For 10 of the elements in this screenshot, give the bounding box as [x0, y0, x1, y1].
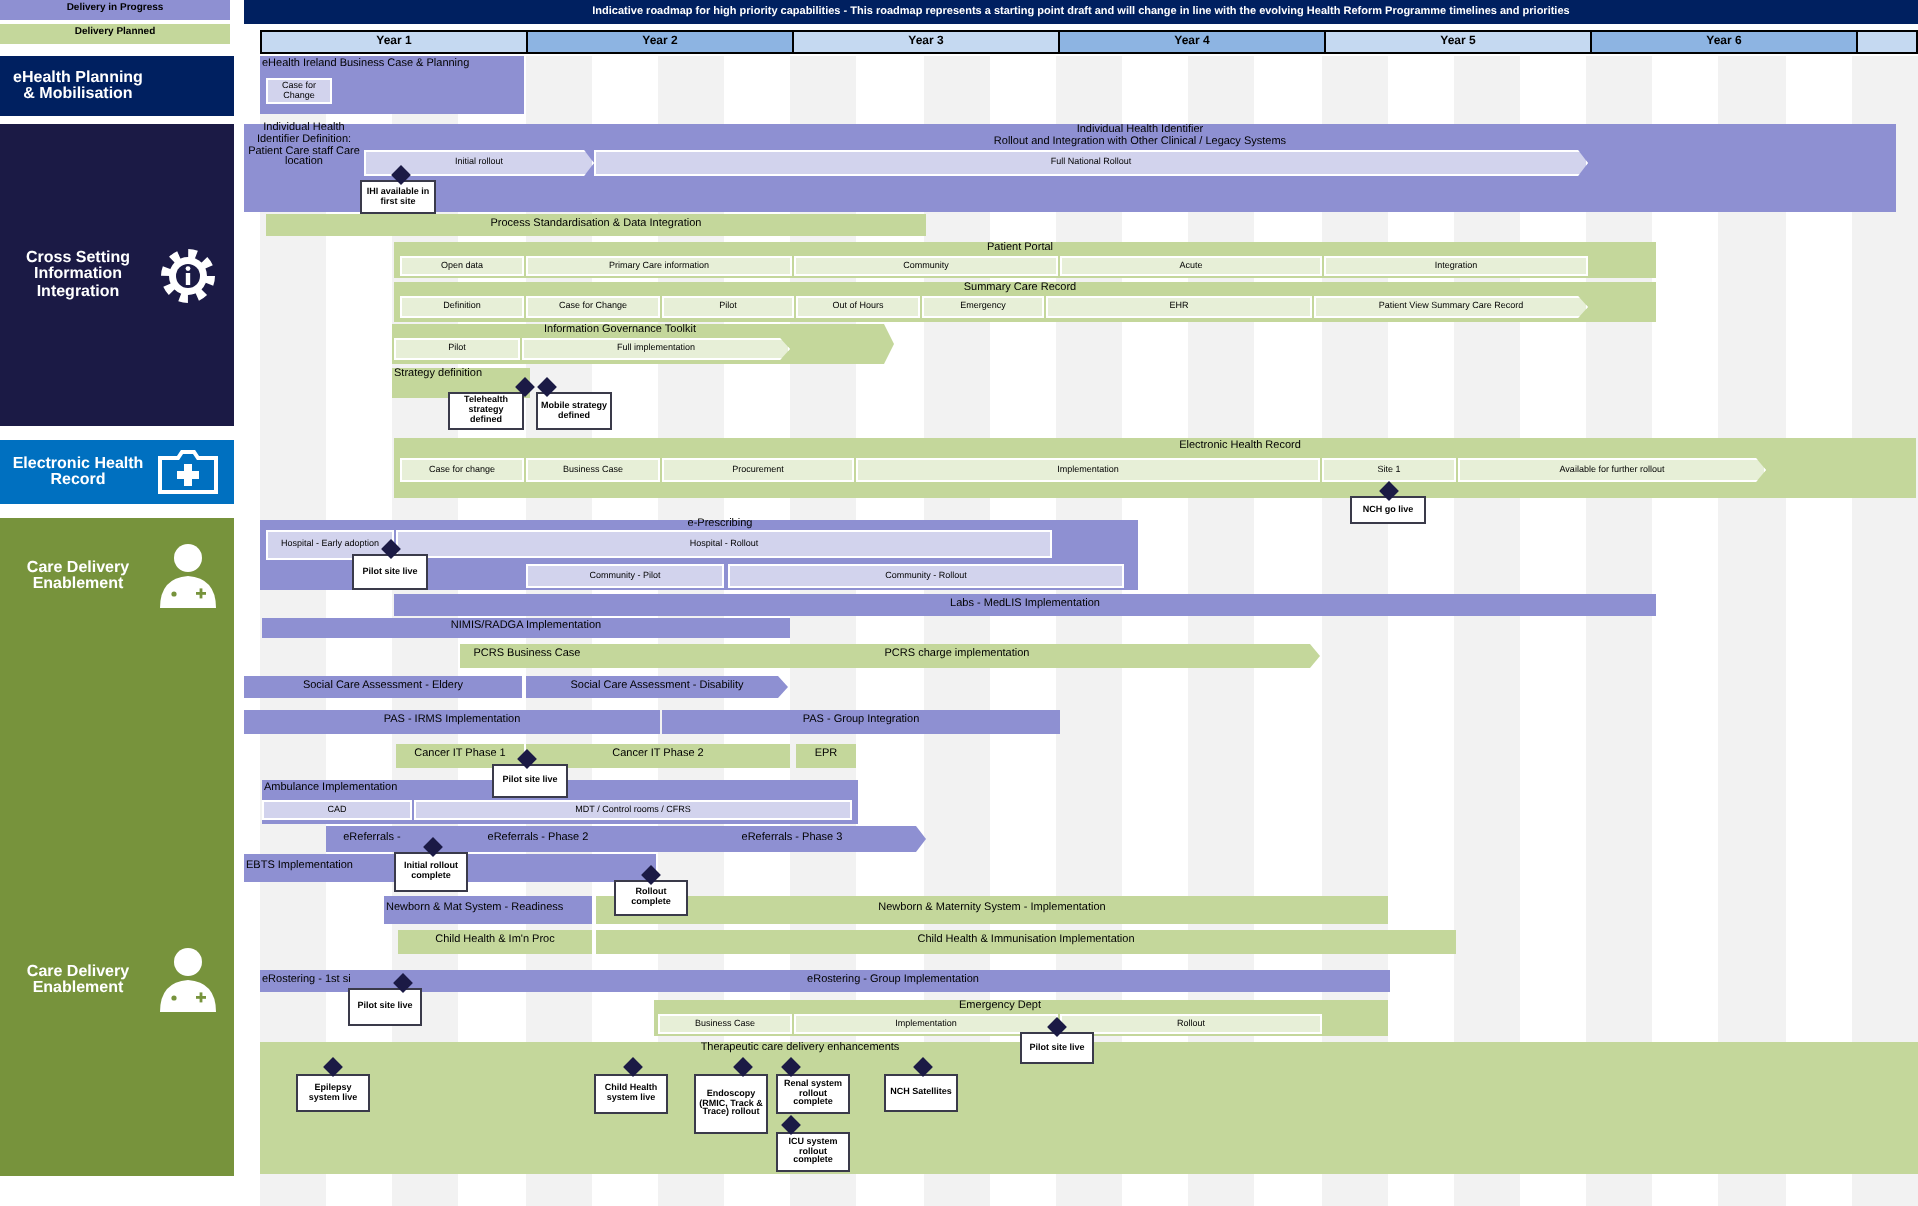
section-label: eHealth Planning & Mobilisation [11, 69, 145, 103]
section-label: Electronic Health Record [10, 455, 146, 489]
person-icon [156, 946, 220, 1014]
info-gear-icon [156, 243, 220, 307]
section-label: Care Delivery Enablement [24, 963, 132, 997]
section-label: Cross Setting Information Integration [23, 249, 132, 301]
section-label: Care Delivery Enablement [24, 559, 132, 593]
header-cell [1858, 32, 1916, 52]
folder-plus-icon [156, 448, 220, 496]
person-icon [156, 542, 220, 610]
